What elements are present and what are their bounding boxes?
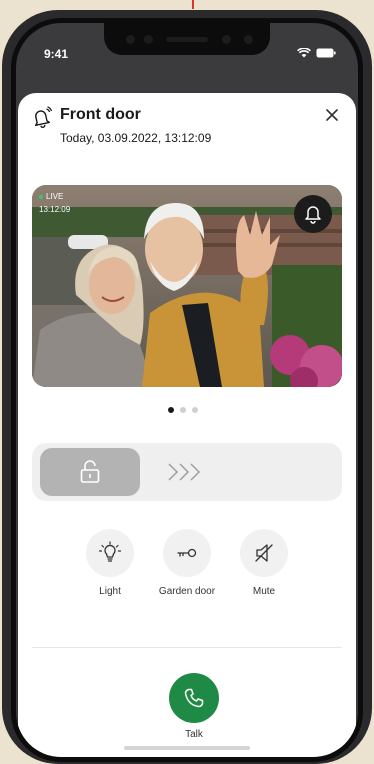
home-indicator[interactable] (124, 746, 250, 750)
light-button-circle[interactable] (86, 529, 134, 577)
page-dot-active[interactable] (168, 407, 174, 413)
notch (104, 23, 270, 55)
live-indicator-dot (39, 194, 43, 199)
notch-speaker (166, 37, 208, 42)
garden-door-button[interactable]: Garden door (147, 529, 227, 597)
page-title: Front door (60, 106, 141, 123)
light-label: Light (99, 586, 121, 597)
notch-sensor (126, 35, 135, 44)
talk-button-circle[interactable] (169, 673, 219, 723)
notch-sensor (244, 35, 253, 44)
mute-button-circle[interactable] (240, 529, 288, 577)
close-button[interactable] (322, 105, 342, 125)
page-dot[interactable] (192, 407, 198, 413)
page-indicator (168, 407, 198, 413)
video-timestamp: 13:12:09 (39, 205, 71, 214)
speaker-mute-icon (255, 544, 273, 562)
phone-screen: 9:41 Front door Today, 03.09.2022, 13:12… (16, 23, 358, 757)
phone-frame: 9:41 Front door Today, 03.09.2022, 13:12… (2, 10, 372, 764)
chevrons-right-icon (168, 463, 201, 481)
bell-outline-icon (34, 106, 52, 128)
notch-sensor (144, 35, 153, 44)
mute-label: Mute (252, 586, 276, 597)
status-icons (297, 48, 336, 58)
notch-camera (222, 35, 231, 44)
page-dot[interactable] (180, 407, 186, 413)
live-badge: LIVE (39, 192, 63, 201)
close-icon (326, 109, 338, 121)
wifi-icon (297, 48, 311, 58)
phone-bezel: 9:41 Front door Today, 03.09.2022, 13:12… (11, 18, 363, 762)
unlock-slider[interactable] (32, 443, 342, 501)
phone-icon (184, 688, 204, 708)
mute-button[interactable]: Mute (224, 529, 304, 597)
battery-icon (316, 48, 336, 58)
live-video-feed[interactable]: LIVE 13:12:09 (32, 185, 342, 387)
key-icon (177, 548, 197, 558)
lightbulb-icon (98, 541, 122, 562)
live-label: LIVE (46, 192, 64, 201)
notification-sheet: Front door Today, 03.09.2022, 13:12:09 L… (18, 93, 356, 757)
talk-label: Talk (185, 729, 203, 740)
unlock-icon (80, 460, 100, 483)
ring-bell-icon (305, 206, 321, 224)
status-time: 9:41 (44, 47, 69, 61)
action-buttons: Light Garden door Mute (18, 529, 356, 609)
light-button[interactable]: Light (70, 529, 150, 597)
talk-button[interactable]: Talk (154, 673, 234, 740)
event-timestamp: Today, 03.09.2022, 13:12:09 (60, 131, 212, 145)
ring-button[interactable] (294, 195, 332, 233)
garden-door-button-circle[interactable] (163, 529, 211, 577)
garden-door-label: Garden door (158, 586, 216, 597)
unlock-slider-handle[interactable] (40, 448, 140, 496)
top-marker (192, 0, 194, 9)
divider (32, 647, 342, 648)
